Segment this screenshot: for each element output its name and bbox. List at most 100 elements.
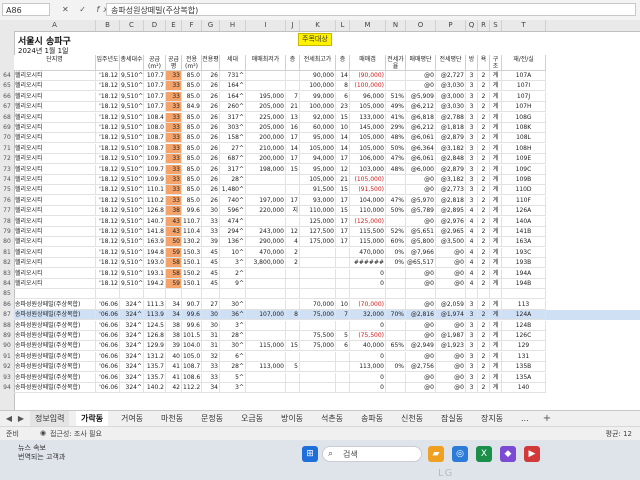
tab-prev-icon[interactable]: ◀ [4,413,14,425]
table-cell[interactable]: 70,000 [300,299,336,310]
table-cell[interactable]: 48% [386,164,406,175]
table-cell[interactable] [336,289,350,300]
table-cell[interactable]: '18.12 [96,206,120,217]
table-cell[interactable]: @0 [436,383,466,393]
table-cell[interactable]: 107.7 [144,91,166,102]
table-cell[interactable]: '18.12 [96,237,120,248]
table-cell[interactable]: @0 [436,372,466,383]
table-cell[interactable]: 731^ [220,71,246,81]
table-cell[interactable]: 계 [490,185,502,196]
table-cell[interactable]: 9,510^ [120,154,144,165]
table-cell[interactable]: 15 [336,112,350,123]
sheet-tab[interactable]: 방이동 [276,411,308,427]
table-cell[interactable]: 129 [502,341,546,352]
table-cell[interactable] [350,289,386,300]
table-cell[interactable]: 계 [490,216,502,227]
table-cell[interactable]: 송파성원상떼빌(주상복합) [14,362,96,373]
table-cell[interactable]: 계 [490,247,502,258]
table-cell[interactable]: 31 [202,341,220,352]
table-cell[interactable]: @2,895 [436,206,466,217]
table-cell[interactable] [286,299,300,310]
table-cell[interactable]: 91,500 [300,185,336,196]
table-cell[interactable]: 17 [286,195,300,206]
table-cell[interactable]: @3,000 [436,91,466,102]
table-cell[interactable]: 175,000 [300,237,336,248]
table-cell[interactable]: 198,000 [246,164,286,175]
accessibility-status[interactable]: 접근성: 조사 필요 [50,429,102,439]
table-cell[interactable]: 150.3 [182,247,202,258]
table-cell[interactable]: 8 [336,81,350,92]
table-cell[interactable]: @0 [436,362,466,373]
table-cell[interactable]: 110,000 [300,206,336,217]
table-cell[interactable]: 8 [286,310,300,321]
row-header[interactable]: 83 [0,269,14,279]
table-cell[interactable]: 195,000 [246,91,286,102]
table-cell[interactable]: 26 [202,175,220,185]
table-cell[interactable]: @0 [406,175,436,185]
table-cell[interactable]: 100,000 [300,102,336,113]
windows-start-icon[interactable]: ⊞ [302,446,318,462]
table-cell[interactable]: 30 [202,206,220,217]
table-cell[interactable]: 40 [166,351,182,362]
table-cell[interactable]: 115,500 [350,227,386,237]
table-cell[interactable] [286,175,300,185]
table-cell[interactable]: 110,000 [350,206,386,217]
table-cell[interactable]: @1,974 [436,310,466,321]
table-cell[interactable]: '06.06 [96,383,120,393]
table-cell[interactable] [386,279,406,289]
table-cell[interactable]: 9,510^ [120,206,144,217]
table-cell[interactable] [286,279,300,289]
table-cell[interactable]: 4 [466,268,478,279]
row-header[interactable]: 75 [0,185,14,195]
sheet-tab[interactable]: 오금동 [236,411,268,427]
table-cell[interactable]: 26 [202,164,220,175]
table-cell[interactable]: 2 [478,216,490,227]
table-cell[interactable]: 60% [386,237,406,248]
table-cell[interactable]: 계 [490,154,502,165]
table-cell[interactable]: 34 [202,383,220,393]
table-cell[interactable]: 헬리오시티 [14,237,96,248]
table-cell[interactable]: 17 [336,227,350,237]
table-cell[interactable]: 135.7 [144,362,166,373]
table-cell[interactable]: 126A [502,206,546,217]
row-header[interactable]: 65 [0,81,14,91]
sheet-tab[interactable]: 신천동 [396,411,428,427]
table-cell[interactable]: 290,000 [246,237,286,248]
sheet-tab[interactable]: 거여동 [116,411,148,427]
table-cell[interactable]: 헬리오시티 [14,164,96,175]
table-cell[interactable]: 송파성원상떼빌(주상복합) [14,372,96,383]
table-cell[interactable]: 108.7 [182,362,202,373]
table-cell[interactable]: @2,965 [436,227,466,237]
table-cell[interactable] [286,372,300,383]
table-cell[interactable]: 124.5 [144,320,166,331]
table-cell[interactable]: 헬리오시티 [14,268,96,279]
table-cell[interactable]: 33 [202,362,220,373]
table-cell[interactable]: (75,500) [350,331,386,341]
table-cell[interactable]: 3 [466,143,478,154]
table-cell[interactable]: 110.7 [182,216,202,227]
table-cell[interactable]: @0 [406,299,436,310]
table-cell[interactable]: @2,788 [436,112,466,123]
table-cell[interactable]: 2 [478,237,490,248]
table-cell[interactable]: 5^ [220,372,246,383]
table-cell[interactable]: '18.12 [96,133,120,144]
table-cell[interactable]: 112.2 [182,383,202,393]
table-cell[interactable]: 92,000 [300,112,336,123]
row-header[interactable]: 74 [0,175,14,185]
table-cell[interactable]: 0 [350,351,386,362]
table-cell[interactable]: '18.12 [96,258,120,269]
table-cell[interactable]: 9,510^ [120,81,144,92]
table-cell[interactable]: 헬리오시티 [14,216,96,227]
table-cell[interactable]: @0 [406,383,436,393]
taskbar-search[interactable]: 검색 [322,446,422,462]
table-cell[interactable]: 3 [466,102,478,113]
table-cell[interactable]: 38 [166,320,182,331]
table-cell[interactable] [246,279,286,289]
row-header[interactable]: 88 [0,321,14,331]
table-cell[interactable]: 47% [386,154,406,165]
table-cell[interactable]: 17 [336,237,350,248]
table-cell[interactable]: 3^ [220,383,246,393]
table-cell[interactable]: @0 [436,258,466,269]
table-cell[interactable]: 6 [336,91,350,102]
sheet-tab[interactable]: 석촌동 [316,411,348,427]
